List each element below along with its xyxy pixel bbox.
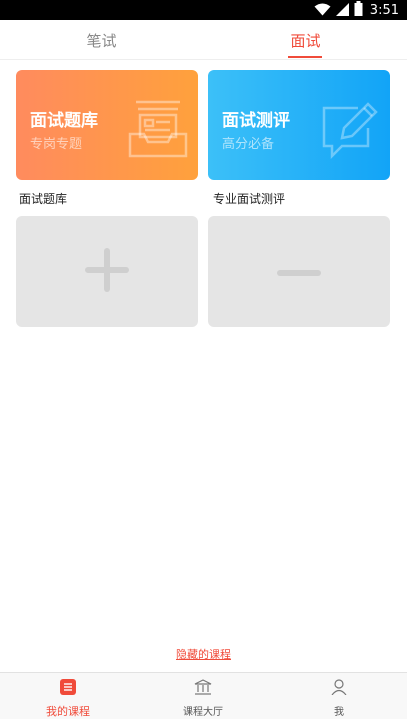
card-caption: 面试题库 bbox=[19, 192, 68, 206]
signal-icon bbox=[335, 1, 349, 20]
hidden-courses-link[interactable]: 隐藏的课程 bbox=[0, 646, 407, 662]
card-caption: 专业面试测评 bbox=[213, 192, 286, 206]
status-bar: 3:51 bbox=[0, 0, 407, 20]
my-courses-icon bbox=[60, 679, 76, 699]
status-time: 3:51 bbox=[369, 2, 399, 18]
nav-label: 课程大厅 bbox=[183, 707, 223, 718]
nav-profile[interactable]: 我 bbox=[299, 673, 379, 719]
tab-interview[interactable]: 面试 bbox=[204, 20, 407, 60]
card-title: 面试题库 bbox=[30, 111, 98, 131]
nav-label: 我 bbox=[334, 707, 344, 718]
card-title: 面试测评 bbox=[222, 111, 290, 131]
minus-icon bbox=[276, 262, 322, 281]
tab-bar: 笔试 面试 bbox=[0, 20, 407, 60]
status-icons: 3:51 bbox=[314, 0, 399, 20]
tab-written-exam[interactable]: 笔试 bbox=[0, 20, 203, 60]
plus-icon bbox=[84, 247, 130, 297]
bottom-nav: 我的课程 课程大厅 我 bbox=[0, 672, 407, 719]
battery-icon bbox=[354, 0, 363, 20]
remove-course-button[interactable] bbox=[208, 216, 390, 327]
add-course-button[interactable] bbox=[16, 216, 198, 327]
nav-my-courses[interactable]: 我的课程 bbox=[28, 673, 108, 719]
interview-assessment-card[interactable]: 面试测评 高分必备 bbox=[208, 70, 390, 180]
card-subtitle: 专岗专题 bbox=[30, 137, 83, 152]
edit-comment-icon bbox=[318, 98, 380, 164]
nav-label: 我的课程 bbox=[46, 705, 90, 718]
profile-icon bbox=[331, 679, 347, 699]
card-subtitle: 高分必备 bbox=[222, 137, 275, 152]
wifi-icon bbox=[314, 1, 331, 20]
course-hall-icon bbox=[194, 679, 212, 699]
interview-question-bank-card[interactable]: 面试题库 专岗专题 bbox=[16, 70, 198, 180]
nav-course-hall[interactable]: 课程大厅 bbox=[163, 673, 243, 719]
inbox-documents-icon bbox=[128, 98, 188, 164]
active-tab-indicator bbox=[288, 56, 322, 58]
